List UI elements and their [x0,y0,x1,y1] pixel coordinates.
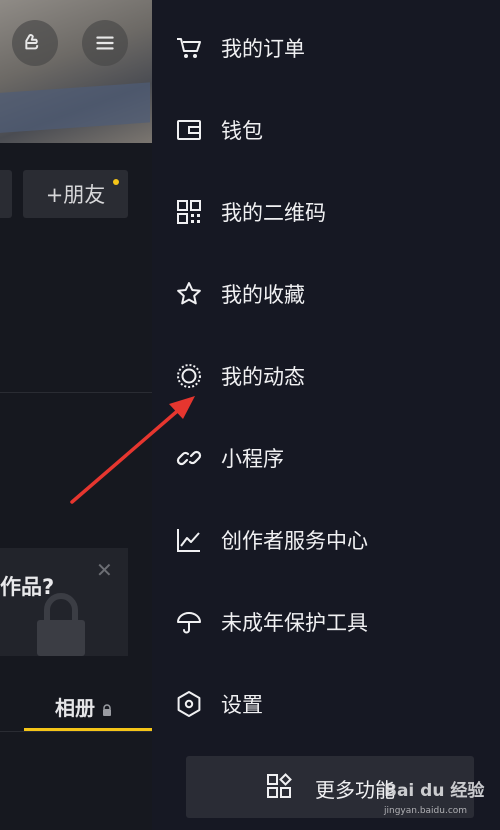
menu-label: 未成年保护工具 [221,611,368,635]
cover-image-detail [0,82,150,134]
small-lock-icon [103,703,111,716]
private-works-card: 作品? ✕ [0,548,128,656]
menu-label: 我的动态 [221,365,305,389]
add-friend-label: +朋友 [45,183,106,207]
moments-icon [175,362,203,390]
hand-pointer-icon [25,34,39,50]
notification-dot [113,179,119,185]
close-icon[interactable]: ✕ [96,558,113,582]
link-icon [175,444,203,472]
tab-album[interactable]: 相册 [55,692,113,721]
menu-item-wallet[interactable]: 钱包 [152,89,500,171]
cart-icon [175,34,203,62]
menu-label: 创作者服务中心 [221,529,368,553]
chart-icon [175,526,203,554]
menu-item-minor-protection[interactable]: 未成年保护工具 [152,581,500,663]
side-drawer: 我的订单 钱包 我的二维码 我的收藏 我的动态 小程序 创作者服务中心 未成年保… [152,0,500,830]
hexagon-settings-icon [175,690,203,718]
profile-cover-image [0,0,152,143]
menu-item-qrcode[interactable]: 我的二维码 [152,171,500,253]
menu-item-settings[interactable]: 设置 [152,663,500,745]
menu-label: 小程序 [221,447,284,471]
watermark-brand: Bai du 经验 [384,781,485,801]
menu-label: 我的二维码 [221,201,326,225]
lock-icon [37,593,85,656]
menu-label: 设置 [221,693,263,717]
watermark-url: jingyan.baidu.com [384,806,468,816]
wallet-icon [175,116,203,144]
qrcode-icon [175,198,203,226]
star-icon [175,280,203,308]
hamburger-icon [96,36,114,50]
umbrella-icon [175,608,203,636]
more-features-label: 更多功能 [315,778,395,802]
menu-label: 我的收藏 [221,283,305,307]
menu-item-mini-programs[interactable]: 小程序 [152,417,500,499]
menu-button[interactable] [82,20,128,66]
hand-pointer-button[interactable] [12,20,58,66]
menu-item-orders[interactable]: 我的订单 [152,7,500,89]
menu-label: 我的订单 [221,37,305,61]
add-friend-button[interactable]: +朋友 [23,170,128,218]
menu-item-moments[interactable]: 我的动态 [152,335,500,417]
profile-background: +朋友 作品? ✕ 相册 [0,0,152,830]
divider [0,731,152,732]
menu-label: 钱包 [221,119,263,143]
tab-album-label: 相册 [55,696,95,720]
menu-item-creator-center[interactable]: 创作者服务中心 [152,499,500,581]
edit-profile-button[interactable] [0,170,12,218]
menu-item-favorites[interactable]: 我的收藏 [152,253,500,335]
grid-apps-icon [267,773,292,798]
divider [0,392,152,393]
